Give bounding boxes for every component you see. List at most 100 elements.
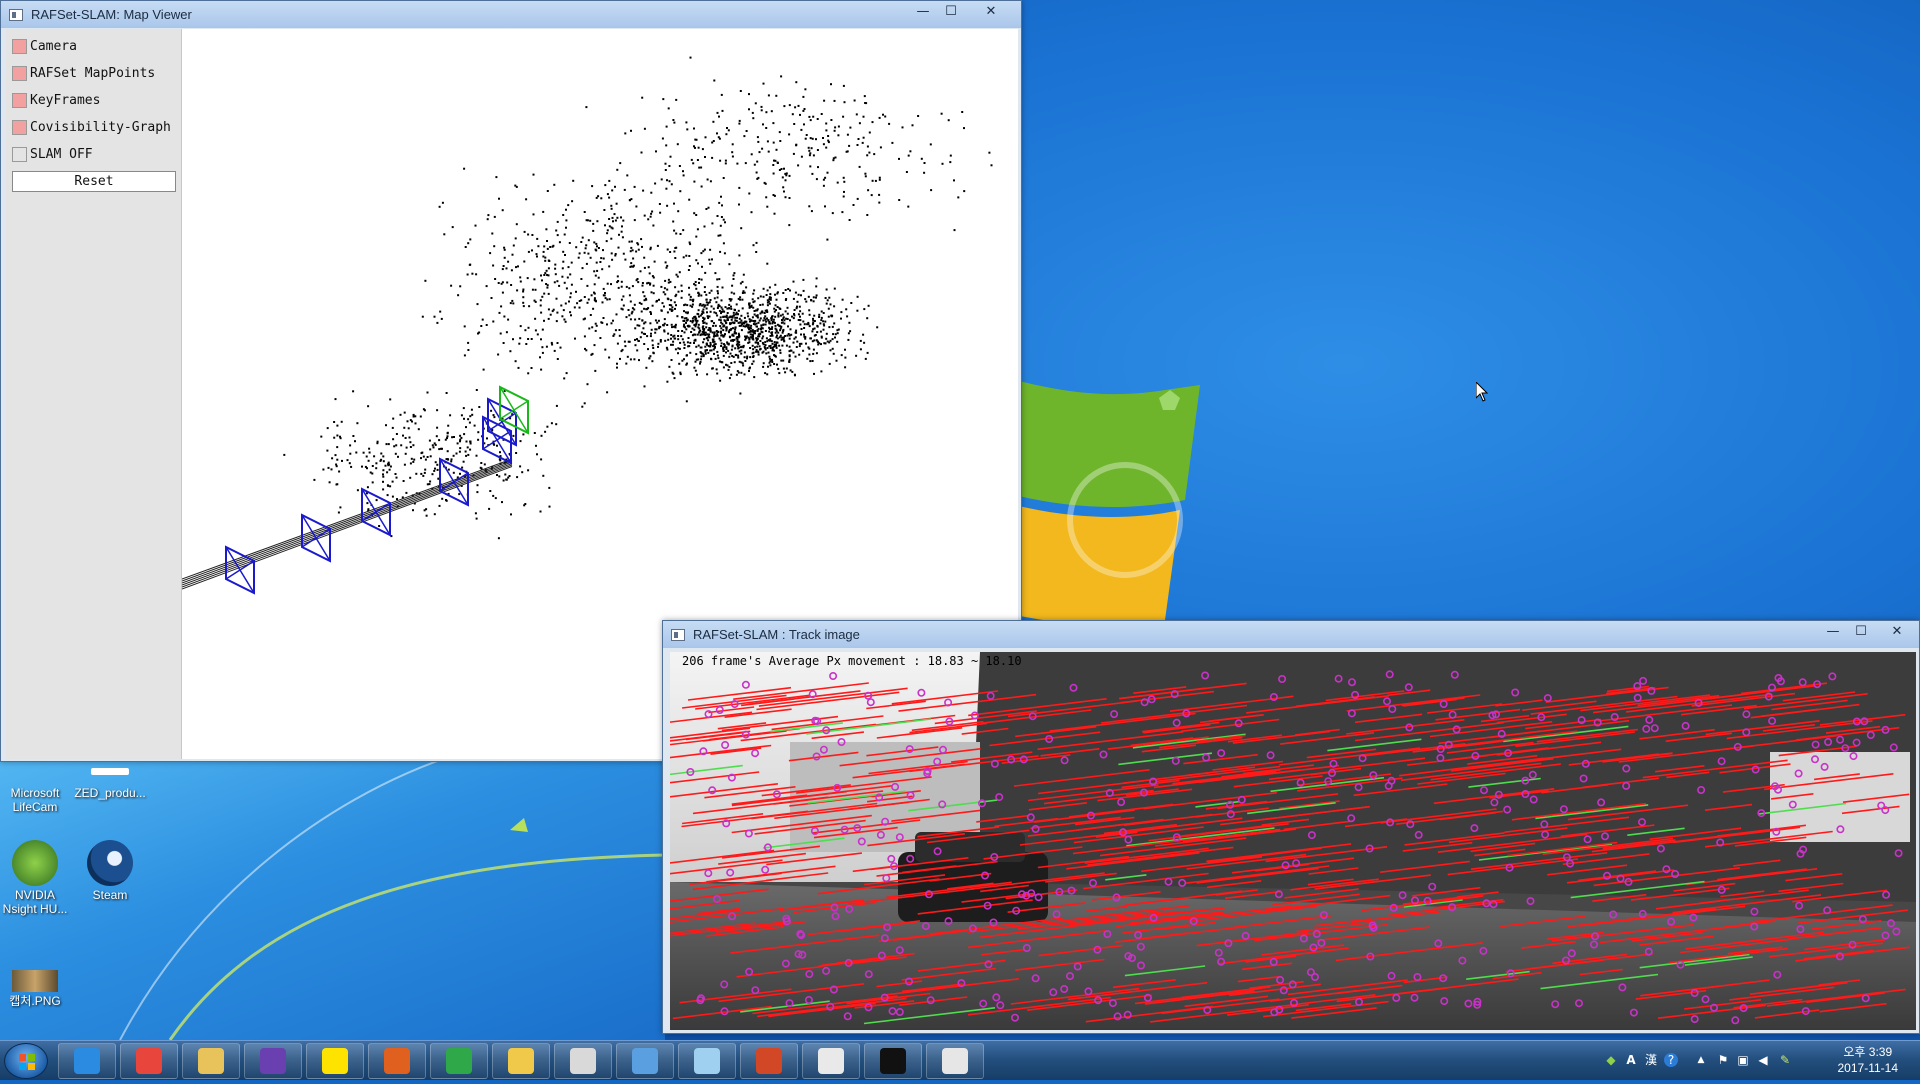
reset-button[interactable]: Reset <box>12 171 176 192</box>
system-clock[interactable]: 오후 3:39 2017-11-14 <box>1838 1044 1899 1076</box>
desktop-icon-steam[interactable]: Steam <box>72 840 148 902</box>
taskbar-button[interactable] <box>740 1043 798 1079</box>
taskbar-button[interactable] <box>802 1043 860 1079</box>
map-point <box>841 298 844 301</box>
minimize-button[interactable]: — <box>1819 621 1847 641</box>
maximize-button[interactable]: ☐ <box>937 1 965 21</box>
checkbox-mappoints[interactable]: RAFSet MapPoints <box>12 63 155 83</box>
map-point <box>550 422 553 425</box>
checkbox-box[interactable] <box>12 92 27 108</box>
map-point <box>730 348 733 351</box>
map-point <box>687 337 690 339</box>
map-point <box>802 109 805 112</box>
map-point <box>812 154 815 157</box>
taskbar-button[interactable] <box>120 1043 178 1079</box>
map-point <box>674 307 676 310</box>
map-point <box>723 319 726 322</box>
network-monitor-icon[interactable]: ▣ <box>1736 1053 1750 1067</box>
map-point <box>649 355 652 358</box>
map-point <box>732 339 735 342</box>
network-tray-icon[interactable]: ◆ <box>1604 1053 1618 1067</box>
map-point <box>593 344 596 347</box>
map-point <box>796 300 799 303</box>
checkbox-camera[interactable]: Camera <box>12 36 77 56</box>
track-image-titlebar[interactable]: RAFSet-SLAM : Track image — ☐ ✕ <box>663 621 1919 648</box>
maximize-button[interactable]: ☐ <box>1847 621 1875 641</box>
taskbar-button[interactable] <box>554 1043 612 1079</box>
map-point <box>746 357 748 360</box>
start-button[interactable] <box>4 1043 48 1079</box>
map-point <box>758 345 761 348</box>
taskbar-button[interactable] <box>368 1043 426 1079</box>
map-point <box>596 220 599 223</box>
taskbar-button[interactable] <box>430 1043 488 1079</box>
map-point <box>336 483 339 486</box>
map-point <box>722 329 725 332</box>
desktop-icon-lifecam[interactable]: Microsoft LifeCam <box>0 760 73 814</box>
map-point <box>564 320 567 323</box>
map-point <box>593 241 596 244</box>
map-point <box>540 368 543 371</box>
checkbox-slam-off[interactable]: SLAM OFF <box>12 144 93 164</box>
checkbox-box[interactable] <box>12 119 27 135</box>
map-point <box>703 305 706 308</box>
pen-tray-icon[interactable]: ✎ <box>1778 1053 1792 1067</box>
map-point <box>562 250 565 253</box>
help-tray-icon[interactable]: ? <box>1664 1053 1678 1067</box>
map-point <box>769 322 772 325</box>
desktop-icon-nvidia-nsight[interactable]: NVIDIA Nsight HU... <box>0 840 73 916</box>
desktop-icon-zed[interactable]: ZED_produ... <box>72 760 148 800</box>
map-point <box>647 218 650 221</box>
map-point <box>544 272 547 275</box>
desktop-icon-capture-png[interactable]: 캡처.PNG <box>0 970 73 1008</box>
map-point <box>505 478 508 481</box>
map-point <box>871 121 874 124</box>
map-point <box>669 155 672 158</box>
map-point <box>650 291 653 294</box>
map-point <box>825 337 828 340</box>
taskbar-button[interactable] <box>306 1043 364 1079</box>
close-button[interactable]: ✕ <box>969 1 1013 21</box>
taskbar-button[interactable] <box>616 1043 674 1079</box>
checkbox-covisibility-graph[interactable]: Covisibility-Graph <box>12 117 171 137</box>
minimize-button[interactable]: — <box>909 1 937 21</box>
map-point <box>692 298 695 301</box>
taskbar-button[interactable] <box>678 1043 736 1079</box>
map-point <box>788 174 791 177</box>
checkbox-box[interactable] <box>12 146 27 162</box>
map-viewer-titlebar[interactable]: RAFSet-SLAM: Map Viewer — ☐ ✕ <box>1 1 1021 28</box>
map-point <box>784 310 787 313</box>
taskbar-button[interactable] <box>864 1043 922 1079</box>
map-point <box>752 351 755 354</box>
taskbar-button[interactable] <box>58 1043 116 1079</box>
map-point <box>503 246 506 249</box>
volume-icon[interactable]: ◀ <box>1756 1053 1770 1067</box>
taskbar-button[interactable] <box>182 1043 240 1079</box>
map-point <box>701 326 704 329</box>
map-point <box>637 339 640 342</box>
taskbar-button[interactable] <box>492 1043 550 1079</box>
track-image-window[interactable]: RAFSet-SLAM : Track image — ☐ ✕ 206 fram… <box>662 620 1920 1034</box>
map-point <box>548 486 551 489</box>
ime-han-indicator[interactable]: 漢 <box>1644 1053 1658 1067</box>
map-point <box>730 307 733 310</box>
action-center-flag-icon[interactable]: ⚑ <box>1716 1053 1730 1067</box>
map-point <box>631 307 634 310</box>
map-point <box>961 111 964 113</box>
close-button[interactable]: ✕ <box>1875 621 1919 641</box>
map-point <box>618 233 620 236</box>
map-point <box>446 431 449 434</box>
ime-a-indicator[interactable]: A <box>1624 1053 1638 1067</box>
checkbox-keyframes[interactable]: KeyFrames <box>12 90 100 110</box>
show-hidden-icons-arrow[interactable]: ▲ <box>1694 1053 1708 1067</box>
map-point <box>688 255 691 257</box>
checkbox-box[interactable] <box>12 65 27 81</box>
checkbox-box[interactable] <box>12 38 27 54</box>
map-point <box>714 324 717 327</box>
checkbox-label: RAFSet MapPoints <box>30 65 156 81</box>
taskbar-button[interactable] <box>244 1043 302 1079</box>
taskbar-button[interactable] <box>926 1043 984 1079</box>
map-point <box>553 349 556 352</box>
map-point <box>544 430 547 433</box>
map-point <box>739 321 742 324</box>
